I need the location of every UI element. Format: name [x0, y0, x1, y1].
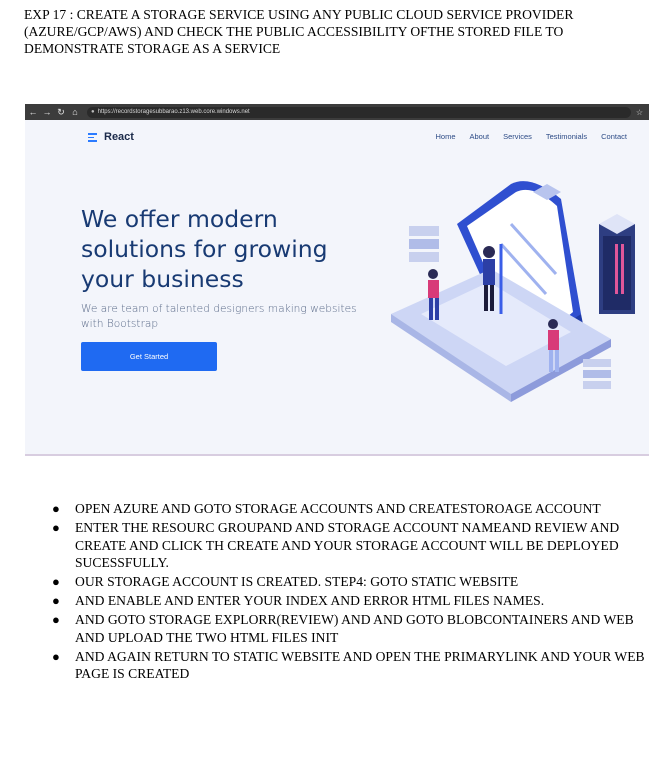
- nav-home[interactable]: Home: [435, 132, 455, 141]
- list-item: ● OPEN AZURE AND GOTO STORAGE ACCOUNTS AN…: [52, 501, 601, 516]
- browser-toolbar: ← → ↻ ⌂ ● https://recordstoragesubbarao.…: [25, 104, 649, 120]
- list-item: ● AND ENABLE AND ENTER YOUR INDEX AND ERR…: [52, 593, 545, 608]
- steps-list: ● OPEN AZURE AND GOTO STORAGE ACCOUNTS AN…: [24, 500, 654, 684]
- site-logo[interactable]: React: [88, 131, 134, 144]
- get-started-button[interactable]: Get Started: [81, 342, 217, 371]
- back-arrow-icon[interactable]: ←: [27, 107, 39, 117]
- brand-name: React: [104, 131, 134, 144]
- menu-lines-icon: [88, 131, 97, 144]
- document-heading: EXP 17 : CREATE A STORAGE SERVICE USING …: [24, 7, 574, 56]
- nav-about[interactable]: About: [470, 132, 490, 141]
- reload-icon[interactable]: ↻: [55, 107, 67, 118]
- screenshot-bottom-border: [25, 454, 649, 456]
- site-nav: Home About Services Testimonials Contact: [435, 132, 627, 141]
- list-item: ● OUR STORAGE ACCOUNT IS CREATED. STEP4: …: [52, 574, 519, 589]
- bullet-icon: ●: [52, 593, 60, 608]
- nav-testimonials[interactable]: Testimonials: [546, 132, 587, 141]
- website-screenshot: ← → ↻ ⌂ ● https://recordstoragesubbarao.…: [25, 104, 649, 454]
- lock-icon: ●: [91, 109, 95, 115]
- nav-services[interactable]: Services: [503, 132, 532, 141]
- bullet-icon: ●: [52, 520, 60, 535]
- list-item: ● ENTER THE RESOURC GROUPAND AND STORAGE …: [52, 520, 620, 570]
- database-stack-icon-right: [583, 359, 611, 389]
- hero-title: We offer modern solutions for growing yo…: [81, 205, 328, 293]
- url-text: https://recordstoragesubbarao.z13.web.co…: [97, 109, 250, 115]
- nav-contact[interactable]: Contact: [601, 132, 627, 141]
- list-item: ● AND AGAIN RETURN TO STATIC WEBSITE AND …: [52, 648, 645, 682]
- bullet-icon: ●: [52, 648, 60, 664]
- address-bar[interactable]: ● https://recordstoragesubbarao.z13.web.…: [87, 106, 631, 118]
- hero-illustration: [391, 181, 635, 402]
- bookmark-star-icon[interactable]: ☆: [636, 108, 643, 117]
- server-tower-icon: [599, 214, 635, 314]
- home-icon[interactable]: ⌂: [69, 107, 81, 117]
- forward-arrow-icon[interactable]: →: [41, 107, 53, 117]
- database-stack-icon: [409, 226, 439, 262]
- hero-subtitle: We are team of talented designers making…: [81, 303, 357, 330]
- bullet-icon: ●: [52, 501, 60, 516]
- bullet-icon: ●: [52, 574, 60, 589]
- bullet-icon: ●: [52, 612, 60, 627]
- list-item: ● AND GOTO STORAGE EXPLORR(REVIEW) AND AN…: [52, 612, 634, 645]
